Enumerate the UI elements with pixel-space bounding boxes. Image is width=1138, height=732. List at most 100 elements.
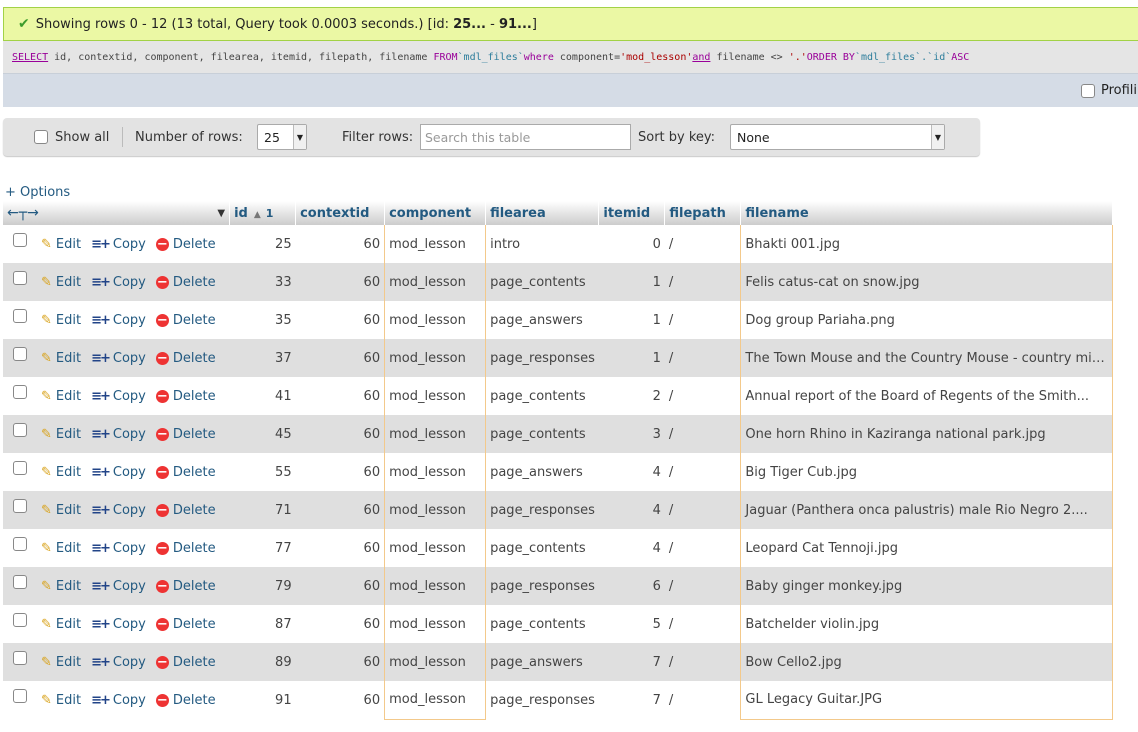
cell-id[interactable]: 89	[229, 643, 296, 681]
cell-filepath[interactable]: /	[665, 225, 741, 263]
edit-row-link[interactable]: ✎ Edit	[41, 465, 81, 480]
cell-itemid[interactable]: 4	[599, 529, 665, 567]
profiling-toggle[interactable]: Profiling	[1081, 83, 1138, 98]
column-visibility-dropdown-icon[interactable]: ▼	[217, 208, 225, 219]
cell-contextid[interactable]: 60	[295, 491, 385, 529]
cell-component[interactable]: mod_lesson	[384, 567, 487, 605]
delete-row-link[interactable]: − Delete	[155, 427, 216, 442]
copy-row-link[interactable]: ≡+ Copy	[91, 693, 146, 708]
edit-row-link[interactable]: ✎ Edit	[41, 427, 81, 442]
cell-id[interactable]: 35	[230, 301, 296, 339]
row-checkbox[interactable]	[13, 575, 27, 589]
copy-row-link[interactable]: ≡+ Copy	[91, 541, 146, 556]
num-rows-select[interactable]: 25 ▼	[257, 124, 307, 150]
cell-filearea[interactable]: page_responses	[485, 339, 599, 377]
row-checkbox[interactable]	[13, 537, 27, 551]
delete-row-link[interactable]: − Delete	[155, 351, 216, 366]
cell-filename[interactable]: Annual report of the Board of Regents of…	[740, 377, 1114, 415]
cell-component[interactable]: mod_lesson	[384, 681, 487, 720]
cell-filename[interactable]: Bhakti 001.jpg	[740, 225, 1114, 263]
cell-contextid[interactable]: 60	[296, 377, 385, 415]
delete-row-link[interactable]: − Delete	[155, 579, 216, 594]
cell-id[interactable]: 25	[230, 225, 296, 263]
show-all-toggle[interactable]: Show all	[34, 118, 109, 156]
cell-itemid[interactable]: 1	[598, 339, 665, 377]
cell-itemid[interactable]: 4	[598, 491, 665, 529]
cell-filepath[interactable]: /	[664, 415, 741, 453]
edit-row-link[interactable]: ✎ Edit	[41, 313, 81, 328]
row-checkbox[interactable]	[13, 689, 27, 703]
cell-filearea[interactable]: page_responses	[486, 681, 599, 719]
cell-id[interactable]: 41	[230, 377, 296, 415]
row-checkbox[interactable]	[13, 423, 27, 437]
cell-filepath[interactable]: /	[665, 529, 741, 567]
cell-contextid[interactable]: 60	[296, 301, 385, 339]
edit-row-link[interactable]: ✎ Edit	[41, 579, 81, 594]
cell-id[interactable]: 71	[229, 491, 296, 529]
delete-row-link[interactable]: − Delete	[155, 503, 216, 518]
options-toggle[interactable]: + Options	[5, 185, 70, 200]
cell-filepath[interactable]: /	[664, 263, 741, 301]
column-header-filename[interactable]: filename	[740, 201, 1114, 225]
edit-row-link[interactable]: ✎ Edit	[41, 655, 81, 670]
delete-row-link[interactable]: − Delete	[155, 617, 216, 632]
cell-component[interactable]: mod_lesson	[384, 643, 487, 681]
cell-filename[interactable]: Big Tiger Cub.jpg	[740, 453, 1114, 491]
cell-filename[interactable]: One horn Rhino in Kaziranga national par…	[740, 415, 1114, 453]
cell-id[interactable]: 55	[230, 453, 296, 491]
delete-row-link[interactable]: − Delete	[155, 693, 216, 708]
show-all-checkbox[interactable]	[34, 130, 48, 144]
row-checkbox[interactable]	[13, 309, 27, 323]
edit-row-link[interactable]: ✎ Edit	[41, 351, 81, 366]
cell-filearea[interactable]: page_contents	[485, 263, 599, 301]
cell-filename[interactable]: Leopard Cat Tennoji.jpg	[740, 529, 1114, 567]
column-resize-arrows-icon[interactable]: ←┬→	[7, 205, 39, 221]
delete-row-link[interactable]: − Delete	[155, 465, 216, 480]
delete-row-link[interactable]: − Delete	[155, 313, 216, 328]
cell-contextid[interactable]: 60	[296, 225, 385, 263]
delete-row-link[interactable]: − Delete	[155, 275, 216, 290]
edit-row-link[interactable]: ✎ Edit	[41, 617, 81, 632]
cell-itemid[interactable]: 7	[599, 681, 665, 719]
cell-itemid[interactable]: 4	[599, 453, 665, 491]
cell-filearea[interactable]: page_contents	[486, 529, 599, 567]
row-checkbox[interactable]	[13, 613, 27, 627]
cell-contextid[interactable]: 60	[295, 339, 385, 377]
edit-row-link[interactable]: ✎ Edit	[41, 275, 81, 290]
cell-contextid[interactable]: 60	[296, 605, 385, 643]
cell-component[interactable]: mod_lesson	[384, 491, 487, 529]
cell-itemid[interactable]: 2	[599, 377, 665, 415]
column-header-component[interactable]: component	[384, 201, 487, 225]
cell-component[interactable]: mod_lesson	[384, 263, 487, 301]
delete-row-link[interactable]: − Delete	[155, 389, 216, 404]
copy-row-link[interactable]: ≡+ Copy	[91, 389, 146, 404]
row-checkbox[interactable]	[13, 385, 27, 399]
cell-itemid[interactable]: 6	[598, 567, 665, 605]
cell-filearea[interactable]: intro	[486, 225, 599, 263]
edit-row-link[interactable]: ✎ Edit	[41, 693, 81, 708]
copy-row-link[interactable]: ≡+ Copy	[91, 427, 146, 442]
copy-row-link[interactable]: ≡+ Copy	[91, 237, 146, 252]
cell-filename[interactable]: Felis catus-cat on snow.jpg	[740, 263, 1114, 301]
cell-filepath[interactable]: /	[665, 453, 741, 491]
cell-filename[interactable]: Bow Cello2.jpg	[740, 643, 1114, 681]
column-header-id[interactable]: id ▲ 1	[229, 201, 297, 225]
sort-by-key-select[interactable]: None ▼	[730, 124, 945, 150]
row-checkbox[interactable]	[13, 651, 27, 665]
edit-row-link[interactable]: ✎ Edit	[41, 541, 81, 556]
row-checkbox[interactable]	[13, 499, 27, 513]
edit-row-link[interactable]: ✎ Edit	[41, 503, 81, 518]
cell-itemid[interactable]: 1	[599, 301, 665, 339]
column-header-filearea[interactable]: filearea	[485, 201, 600, 225]
cell-component[interactable]: mod_lesson	[384, 225, 487, 263]
row-checkbox[interactable]	[13, 233, 27, 247]
cell-component[interactable]: mod_lesson	[384, 301, 487, 339]
cell-id[interactable]: 77	[230, 529, 296, 567]
cell-filename[interactable]: Baby ginger monkey.jpg	[740, 567, 1114, 605]
row-checkbox[interactable]	[13, 271, 27, 285]
cell-id[interactable]: 87	[230, 605, 296, 643]
cell-filearea[interactable]: page_answers	[485, 643, 599, 681]
cell-filearea[interactable]: page_contents	[486, 377, 599, 415]
cell-contextid[interactable]: 60	[296, 681, 385, 719]
column-header-filepath[interactable]: filepath	[664, 201, 742, 225]
